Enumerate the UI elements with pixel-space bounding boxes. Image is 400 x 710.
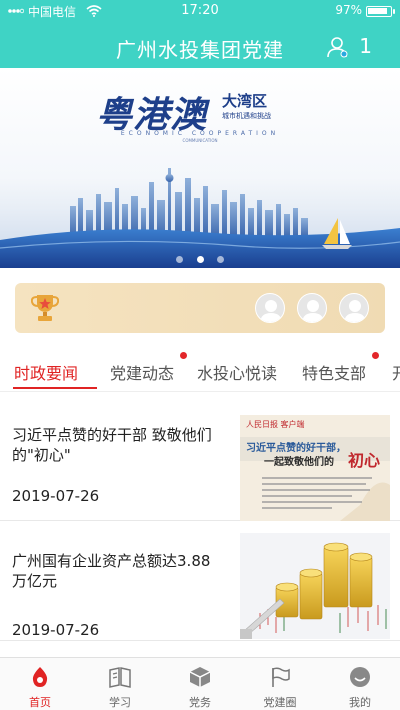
nav-party-affairs[interactable]: 党务 [160,658,240,710]
thumb-line2: 一起致敬他们的 [264,457,334,468]
carousel-dot-active[interactable] [196,256,204,263]
banner-subtitle-line2: 城市机遇和挑战 [222,112,271,120]
tab-badge-dot [372,352,379,359]
home-icon [32,667,48,687]
tab-reading[interactable]: 水投心悦读 [197,360,277,384]
tab-special-branch[interactable]: 特色支部 [302,360,366,384]
active-tab-underline [13,387,97,389]
banner-subtitle: 大湾区 [222,92,268,110]
news-date: 2019-07-26 [12,487,100,505]
nav-label: 首页 [29,696,51,709]
trophy-icon [31,295,59,321]
nav-study[interactable]: 学习 [80,658,160,710]
tab-party-news[interactable]: 党建动态 [110,360,174,384]
nav-mine[interactable]: 我的 [320,658,400,710]
nav-label: 党建圈 [263,696,297,709]
nav-party-circle[interactable]: 党建圈 [240,658,320,710]
nav-label: 学习 [109,696,131,709]
cube-icon [189,667,211,687]
tab-current-affairs[interactable]: 时政要闻 [14,360,78,384]
carousel-dot[interactable] [176,256,184,263]
banner-economic-text: ECONOMIC COOPERATION [120,130,280,137]
news-date: 2019-07-26 [12,621,100,639]
nav-label: 我的 [349,696,371,709]
tab-more[interactable]: 开 [392,360,400,384]
flag-icon [272,667,290,687]
battery-icon [366,6,395,17]
top-bar: 中国电信 17:20 97% 广州水投集团党建 1 [0,0,400,68]
banner-carousel[interactable]: 粤港澳 大湾区 城市机遇和挑战 ECONOMIC COOPERATION COM… [0,68,400,268]
news-thumbnail[interactable] [240,533,390,639]
avatar[interactable] [255,293,285,323]
battery-percent: 97% [335,3,362,17]
avatar[interactable] [297,293,327,323]
carousel-dot[interactable] [216,256,224,263]
smile-icon [350,667,370,687]
gold-coins-image [240,533,390,639]
status-bar: 中国电信 17:20 97% [0,0,400,22]
book-icon [109,667,131,688]
news-item[interactable]: 习近平点赞的好干部 致敬他们的"初心" 2019-07-26 人民日报 客户端 … [0,401,400,521]
news-title[interactable]: 广州国有企业资产总额达3.88万亿元 [12,551,224,591]
thumb-header: 人民日报 客户端 [246,420,305,429]
news-thumbnail[interactable]: 人民日报 客户端 习近平点赞的好干部， 一起致敬他们的 初心 [240,415,390,521]
tab-badge-dot [180,352,187,359]
user-count[interactable]: 1 [359,34,372,58]
carousel-indicator [0,248,400,267]
bottom-nav: 首页 学习 党务 党建圈 我的 [0,657,400,710]
news-title[interactable]: 习近平点赞的好干部 致敬他们的"初心" [12,425,224,465]
banner-communication-text: COMMUNICATION [182,138,218,143]
thumb-word: 初心 [348,451,381,470]
avatar[interactable] [339,293,369,323]
category-tabs: 时政要闻 党建动态 水投心悦读 特色支部 开 [0,348,400,392]
honor-card[interactable] [15,283,385,333]
nav-label: 党务 [189,696,211,709]
user-icon[interactable] [326,36,348,58]
nav-home[interactable]: 首页 [0,658,80,710]
news-item[interactable]: 广州国有企业资产总额达3.88万亿元 2019-07-26 [0,521,400,641]
thumb-line1: 习近平点赞的好干部， [246,443,346,454]
